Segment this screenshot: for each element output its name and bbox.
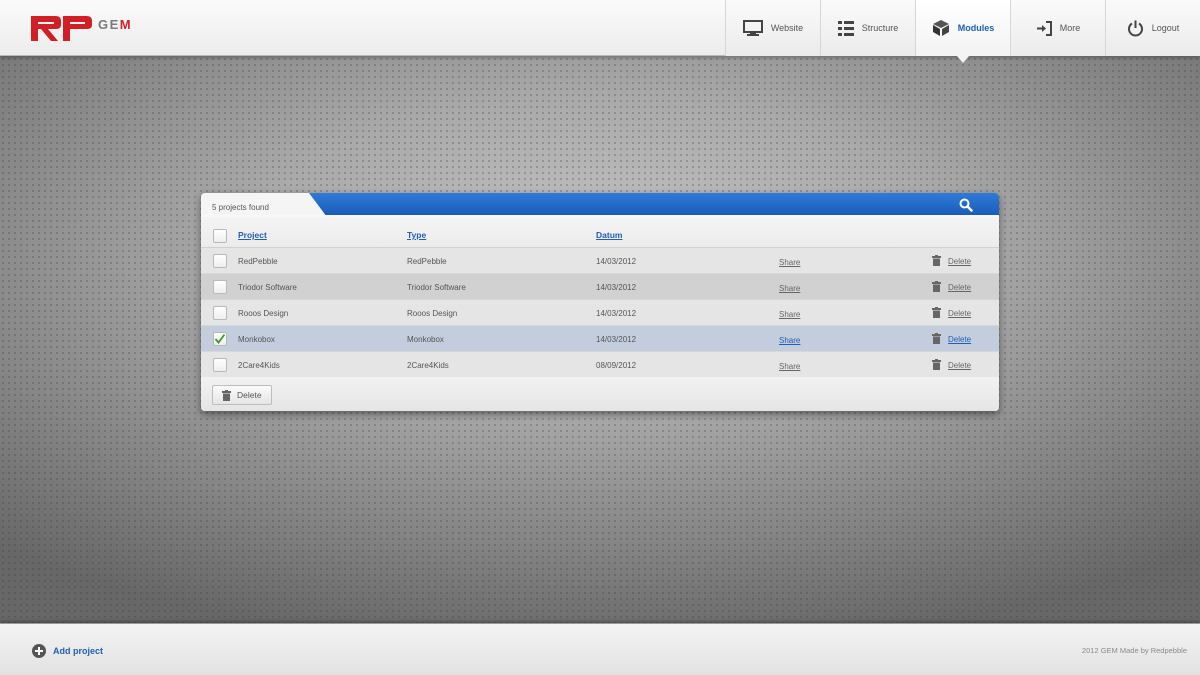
panel-header: 5 projects found	[201, 193, 999, 217]
panel-footer: Delete	[201, 377, 999, 411]
nav-logout[interactable]: Logout	[1105, 0, 1200, 56]
checkmark-icon	[214, 333, 226, 344]
share-link[interactable]: Share	[779, 336, 800, 345]
row-checkbox[interactable]	[213, 254, 227, 268]
cell-project: 2Care4Kids	[238, 361, 280, 370]
nav-more-label: More	[1059, 23, 1081, 33]
cell-project: RedPebble	[238, 257, 278, 266]
column-project[interactable]: Project	[238, 230, 267, 240]
bulk-delete-button[interactable]: Delete	[212, 385, 272, 405]
rp-logo-icon	[31, 16, 92, 41]
share-link[interactable]: Share	[779, 310, 800, 319]
cell-project: Rooos Design	[238, 309, 289, 318]
nav-more[interactable]: More	[1010, 0, 1105, 56]
nav-modules-label: Modules	[957, 23, 995, 33]
plus-circle-icon	[32, 644, 46, 658]
table-row[interactable]: RedPebble RedPebble 14/03/2012 Share Del…	[201, 248, 999, 274]
select-all-checkbox[interactable]	[213, 229, 227, 243]
copyright-text: 2012 GEM Made by Redpebble	[1081, 646, 1187, 655]
cell-date: 14/03/2012	[596, 335, 637, 344]
add-project-button[interactable]: Add project	[32, 644, 103, 658]
main-nav: Website Structure Modules More Logout	[725, 0, 1200, 63]
table-row-selected[interactable]: Monkobox Monkobox 14/03/2012 Share Delet…	[201, 326, 999, 352]
row-checkbox[interactable]	[213, 280, 227, 294]
cell-project: Triodor Software	[238, 283, 297, 292]
cell-type: RedPebble	[407, 257, 447, 266]
nav-logout-label: Logout	[1151, 23, 1180, 33]
cell-type: Triodor Software	[407, 283, 466, 292]
monitor-icon	[742, 20, 763, 36]
row-checkbox[interactable]	[213, 358, 227, 372]
logo-text: GEM	[98, 17, 133, 32]
table-row[interactable]: 2Care4Kids 2Care4Kids 08/09/2012 Share D…	[201, 352, 999, 378]
trash-icon[interactable]	[932, 359, 941, 370]
bulk-delete-label: Delete	[237, 390, 262, 400]
power-icon	[1127, 20, 1143, 36]
cell-project: Monkobox	[238, 335, 275, 344]
nav-structure[interactable]: Structure	[820, 0, 915, 56]
cell-date: 14/03/2012	[596, 283, 637, 292]
delete-link[interactable]: Delete	[948, 257, 971, 266]
bottom-bar: Add project 2012 GEM Made by Redpebble	[0, 623, 1200, 675]
nav-structure-label: Structure	[861, 23, 899, 33]
delete-link[interactable]: Delete	[948, 309, 971, 318]
share-link[interactable]: Share	[779, 362, 800, 371]
trash-icon[interactable]	[932, 255, 941, 266]
cell-date: 14/03/2012	[596, 309, 637, 318]
add-project-label: Add project	[53, 646, 104, 656]
column-datum[interactable]: Datum	[596, 230, 622, 240]
share-link[interactable]: Share	[779, 258, 800, 267]
table-row[interactable]: Rooos Design Rooos Design 14/03/2012 Sha…	[201, 300, 999, 326]
delete-link[interactable]: Delete	[948, 361, 971, 370]
table-header: Project Type Datum	[201, 217, 999, 248]
results-count: 5 projects found	[212, 203, 269, 212]
cell-date: 08/09/2012	[596, 361, 637, 370]
row-checkbox-checked[interactable]	[213, 332, 227, 346]
cube-icon	[932, 20, 949, 36]
cell-type: Monkobox	[407, 335, 444, 344]
trash-icon[interactable]	[932, 281, 941, 292]
panel-body: Project Type Datum RedPebble RedPebble 1…	[201, 215, 999, 411]
top-header: GEM Website Structure Modules More Logou…	[0, 0, 1200, 63]
nav-website-label: Website	[770, 23, 804, 33]
share-link[interactable]: Share	[779, 284, 800, 293]
cell-type: Rooos Design	[407, 309, 458, 318]
cell-date: 14/03/2012	[596, 257, 637, 266]
enter-icon	[1036, 20, 1052, 36]
delete-link[interactable]: Delete	[948, 335, 971, 344]
projects-panel: 5 projects found Project Type Datum RedP…	[201, 193, 999, 411]
column-type[interactable]: Type	[407, 230, 426, 240]
row-checkbox[interactable]	[213, 306, 227, 320]
nav-website[interactable]: Website	[725, 0, 820, 56]
nav-modules[interactable]: Modules	[915, 0, 1010, 63]
delete-link[interactable]: Delete	[948, 283, 971, 292]
app-logo[interactable]: GEM	[30, 14, 133, 44]
table-row[interactable]: Triodor Software Triodor Software 14/03/…	[201, 274, 999, 300]
trash-icon[interactable]	[932, 333, 941, 344]
list-icon	[837, 20, 854, 36]
trash-icon[interactable]	[932, 307, 941, 318]
trash-icon	[222, 389, 231, 401]
cell-type: 2Care4Kids	[407, 361, 449, 370]
search-icon[interactable]	[959, 198, 973, 212]
